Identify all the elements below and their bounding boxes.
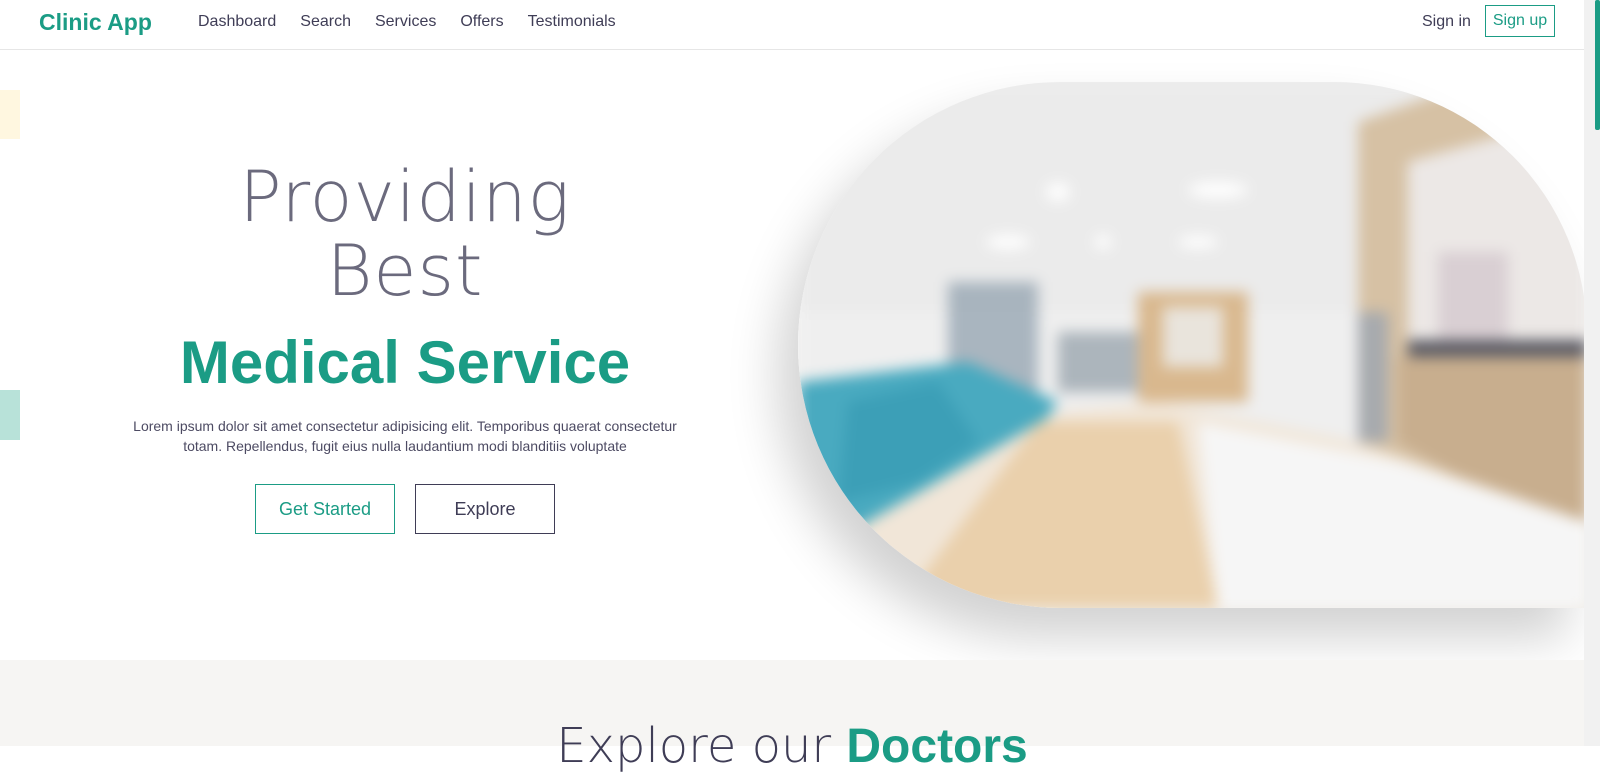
hero-description: Lorem ipsum dolor sit amet consectetur a…: [133, 418, 677, 454]
nav-link-search[interactable]: Search: [300, 13, 351, 31]
hero-buttons: Get Started Explore: [100, 484, 710, 534]
nav-link-dashboard[interactable]: Dashboard: [198, 13, 276, 31]
explore-doctors-title: Explore our Doctors: [0, 716, 1584, 777]
nav-link-testimonials[interactable]: Testimonials: [528, 13, 616, 31]
nav-link-services[interactable]: Services: [375, 13, 436, 31]
sign-up-button[interactable]: Sign up: [1485, 5, 1555, 37]
decorative-teal-block: [0, 390, 20, 440]
hero-heading-line1: Providing: [239, 156, 571, 238]
explore-button[interactable]: Explore: [415, 484, 555, 534]
sign-in-link[interactable]: Sign in: [1422, 13, 1471, 31]
hero-heading-line2: Best: [326, 230, 484, 312]
hero-heading-highlight: Medical Service: [179, 329, 631, 396]
hero-clinic-image: [798, 82, 1587, 608]
nav-link-offers[interactable]: Offers: [460, 13, 503, 31]
explore-doctors-title-bold: Doctors: [846, 720, 1028, 773]
hero-text-block: Providing Best Medical Service Lorem ips…: [100, 160, 710, 534]
explore-doctors-section: Explore our Doctors: [0, 660, 1584, 774]
nav-links: Dashboard Search Services Offers Testimo…: [198, 13, 616, 31]
brand-logo-link[interactable]: Clinic App: [39, 9, 152, 36]
clinic-hallway-illustration: [798, 82, 1587, 608]
explore-doctors-title-light: Explore our: [556, 718, 847, 774]
hero-heading-light: Providing Best: [100, 160, 710, 308]
page-scrollbar-thumb[interactable]: [1595, 0, 1600, 130]
top-navbar: Clinic App Dashboard Search Services Off…: [0, 0, 1584, 50]
get-started-button[interactable]: Get Started: [255, 484, 395, 534]
decorative-yellow-block: [0, 90, 20, 139]
